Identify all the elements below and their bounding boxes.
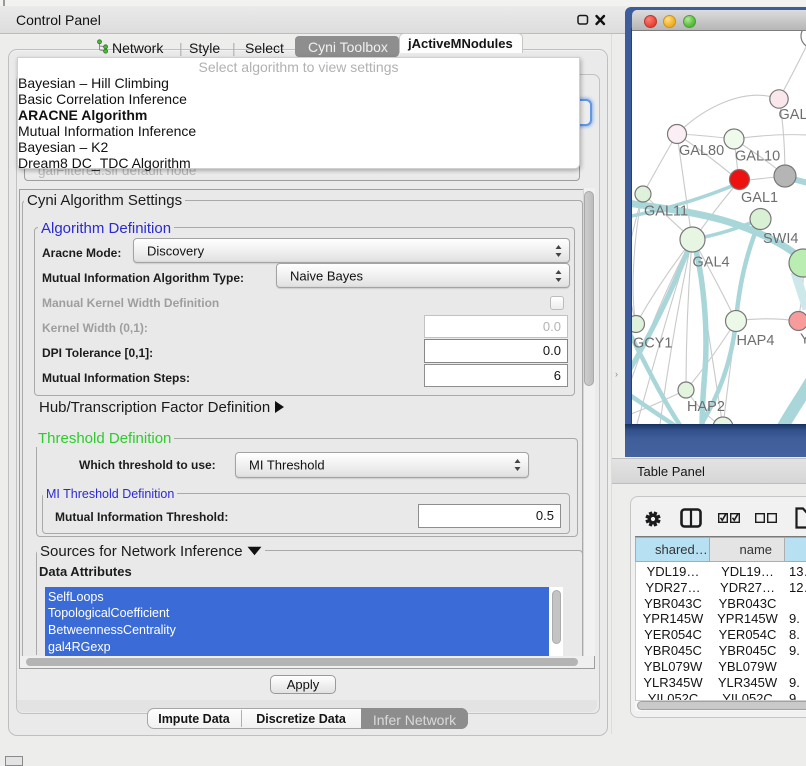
svg-text:Y: Y: [800, 332, 806, 348]
svg-text:GAL11: GAL11: [644, 204, 688, 220]
svg-text:GAL4: GAL4: [693, 255, 730, 271]
svg-text:GAL: GAL: [779, 107, 806, 123]
svg-text:SWI4: SWI4: [763, 231, 798, 247]
svg-text:GAL1: GAL1: [741, 190, 778, 206]
svg-text:GAL80: GAL80: [679, 143, 724, 159]
svg-text:HAP2: HAP2: [687, 399, 725, 415]
svg-text:GCY1: GCY1: [633, 336, 673, 352]
svg-text:GAL10: GAL10: [735, 149, 780, 165]
svg-text:HAP4: HAP4: [737, 333, 775, 349]
